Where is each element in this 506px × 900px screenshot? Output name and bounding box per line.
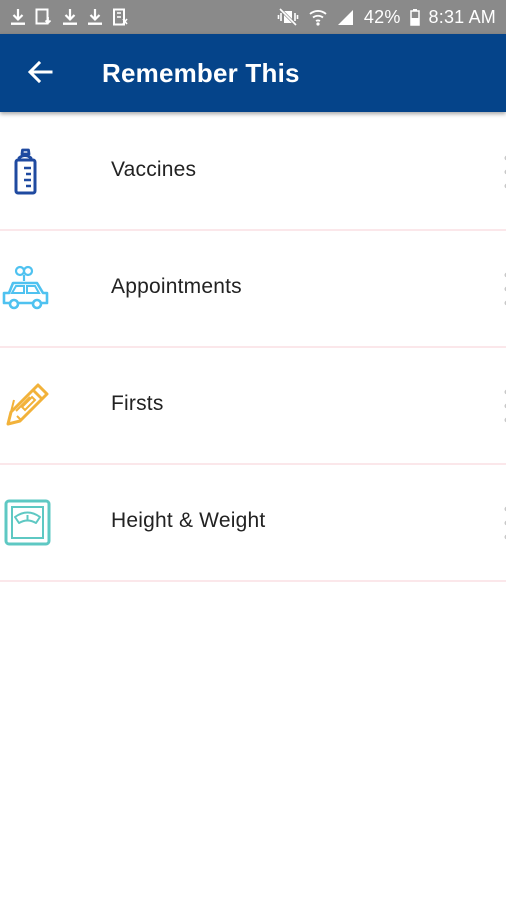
battery-icon (409, 8, 420, 26)
download-icon (10, 8, 26, 26)
back-button[interactable] (18, 54, 62, 94)
image-download-icon (35, 8, 53, 26)
arrow-left-icon (27, 60, 53, 89)
book-icon (112, 8, 128, 26)
drag-handle-icon[interactable] (500, 269, 506, 309)
page-title: Remember This (102, 58, 300, 88)
list-item-label: Height & Weight (111, 509, 266, 532)
category-list: Vaccines Appointments Firsts Height & We… (0, 114, 506, 582)
list-item-appointments[interactable]: Appointments (0, 231, 506, 348)
list-item-vaccines[interactable]: Vaccines (0, 114, 506, 231)
list-item-label: Vaccines (111, 158, 197, 181)
baby-bottle-icon (0, 144, 56, 200)
status-bar: 42% 8:31 AM (0, 0, 506, 34)
status-right-icons: 42% 8:31 AM (277, 7, 496, 28)
scale-icon (0, 495, 56, 551)
app-bar: Remember This (0, 34, 506, 112)
vibrate-mute-icon (277, 8, 299, 26)
car-icon (0, 261, 56, 317)
list-item-label: Appointments (111, 275, 242, 298)
drag-handle-icon[interactable] (500, 152, 506, 192)
wifi-icon (308, 8, 328, 26)
battery-percentage: 42% (363, 6, 401, 27)
cellular-signal-icon (337, 8, 355, 26)
drag-handle-icon[interactable] (500, 386, 506, 426)
status-time: 8:31 AM (428, 6, 496, 27)
pencil-icon (0, 378, 56, 434)
status-left-icons (10, 8, 128, 26)
drag-handle-icon[interactable] (500, 503, 506, 543)
list-item-firsts[interactable]: Firsts (0, 348, 506, 465)
list-item-height-weight[interactable]: Height & Weight (0, 465, 506, 582)
list-item-label: Firsts (111, 392, 164, 415)
download-icon (62, 8, 78, 26)
download-icon (87, 8, 103, 26)
